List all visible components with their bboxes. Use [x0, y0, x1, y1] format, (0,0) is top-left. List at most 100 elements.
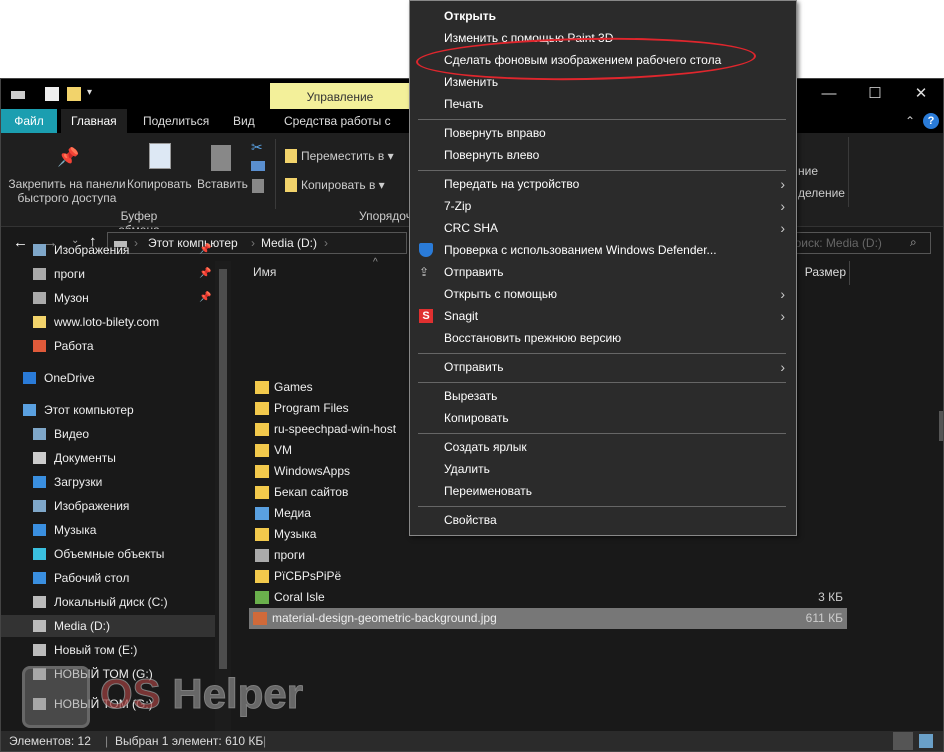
- file-row[interactable]: material-design-geometric-background.jpg…: [249, 608, 847, 629]
- minimize-button[interactable]: —: [809, 83, 849, 105]
- sidebar-item[interactable]: Музон 📌: [1, 287, 215, 309]
- context-menu-item[interactable]: Проверка с использованием Windows Defend…: [411, 239, 795, 261]
- sidebar-item[interactable]: Рабочий стол: [1, 567, 215, 589]
- sidebar-item[interactable]: Изображения 📌: [1, 239, 215, 261]
- cut-icon[interactable]: ✂: [251, 139, 263, 156]
- status-divider: |: [263, 734, 267, 748]
- sidebar-item[interactable]: Объемные объекты: [1, 543, 215, 565]
- context-menu-item[interactable]: Печать: [411, 93, 795, 115]
- sidebar-scrollbar[interactable]: [215, 261, 231, 731]
- search-input[interactable]: Поиск: Media (D:) ⌕: [781, 232, 931, 254]
- menu-item-label: Отправить: [444, 360, 504, 374]
- context-menu-item[interactable]: Копировать: [411, 407, 795, 429]
- column-divider[interactable]: [849, 261, 850, 285]
- tab-file[interactable]: Файл: [1, 109, 57, 133]
- status-bar: Элементов: 12 | Выбран 1 элемент: 610 КБ…: [1, 731, 943, 751]
- sidebar-item[interactable]: Работа: [1, 335, 215, 357]
- navigation-pane: Изображения 📌 проги 📌 Музон 📌 www.loto-bilety.…: [1, 243, 233, 731]
- sidebar-item[interactable]: Видео: [1, 423, 215, 445]
- collapse-ribbon-icon[interactable]: ⌃: [905, 114, 915, 128]
- copy-button[interactable]: Копировать: [127, 177, 192, 191]
- customize-quick-access-icon[interactable]: ▾: [87, 87, 101, 101]
- sidebar-item-label: Загрузки: [54, 475, 103, 489]
- context-menu-item[interactable]: Повернуть влево: [411, 144, 795, 166]
- search-icon[interactable]: ⌕: [910, 235, 917, 250]
- file-icon: [255, 423, 269, 436]
- sidebar-item[interactable]: Новый том (E:): [1, 639, 215, 661]
- pin-icon[interactable]: 📌: [199, 287, 211, 309]
- context-menu-item[interactable]: 7-Zip ›: [411, 195, 795, 217]
- copy-path-icon[interactable]: [251, 161, 265, 171]
- context-menu-item[interactable]: Отправить ⇪: [411, 261, 795, 283]
- paste-button[interactable]: Вставить: [197, 177, 248, 191]
- file-name: проги: [274, 548, 305, 562]
- sidebar-item[interactable]: Загрузки: [1, 471, 215, 493]
- tab-manage[interactable]: Управление: [270, 83, 410, 109]
- sidebar-item[interactable]: www.loto-bilety.com: [1, 311, 215, 333]
- file-scrollbar[interactable]: [939, 411, 943, 441]
- ribbon-right-label-2[interactable]: деление: [798, 186, 845, 200]
- organize-group-label: Упорядочить: [359, 209, 409, 223]
- breadcrumb-media[interactable]: Media (D:): [261, 236, 317, 250]
- copy-to-button[interactable]: Копировать в ▾: [301, 178, 385, 192]
- context-menu-item[interactable]: Snagit › S: [411, 305, 795, 327]
- file-name: Games: [274, 380, 313, 394]
- details-view-button[interactable]: [893, 732, 913, 750]
- context-menu-item[interactable]: Открыть с помощью ›: [411, 283, 795, 305]
- menu-item-label: Snagit: [444, 309, 479, 323]
- large-icons-view-button[interactable]: [919, 734, 933, 748]
- menu-item-label: Передать на устройство: [444, 177, 580, 191]
- sidebar-item[interactable]: Документы: [1, 447, 215, 469]
- pin-quick-access-button[interactable]: Закрепить на панели быстрого доступа: [7, 177, 127, 205]
- new-folder-icon[interactable]: [67, 87, 81, 101]
- tab-picture-tools[interactable]: Средства работы с рисунками: [274, 109, 410, 133]
- sidebar-item[interactable]: OneDrive: [1, 367, 215, 389]
- context-menu-item[interactable]: Открыть: [411, 5, 795, 27]
- tab-view[interactable]: Вид: [223, 109, 265, 133]
- watermark-text: OS Helper: [100, 670, 304, 718]
- help-icon[interactable]: ?: [923, 113, 939, 129]
- context-menu-item[interactable]: CRC SHA ›: [411, 217, 795, 239]
- file-name: Музыка: [274, 527, 317, 541]
- context-menu-item[interactable]: Передать на устройство ›: [411, 173, 795, 195]
- context-menu-item[interactable]: Восстановить прежнюю версию: [411, 327, 795, 349]
- file-row[interactable]: Coral Isle 3 КБ: [251, 587, 847, 608]
- menu-separator: [418, 433, 786, 434]
- scrollbar-thumb[interactable]: [219, 269, 227, 669]
- sidebar-item-icon: [33, 572, 46, 584]
- context-menu-item[interactable]: Свойства: [411, 509, 795, 531]
- sidebar-item-icon: [33, 316, 46, 328]
- tab-home[interactable]: Главная: [61, 109, 127, 133]
- ribbon-right-label-1[interactable]: ние: [798, 164, 818, 178]
- menu-separator: [418, 119, 786, 120]
- properties-icon[interactable]: [45, 87, 59, 101]
- move-to-button[interactable]: Переместить в ▾: [301, 149, 394, 163]
- sidebar-item[interactable]: Media (D:): [1, 615, 215, 637]
- context-menu-item[interactable]: Переименовать: [411, 480, 795, 502]
- sidebar-item[interactable]: Музыка: [1, 519, 215, 541]
- windows-defender-icon: [419, 243, 433, 257]
- sidebar-item[interactable]: Локальный диск (C:): [1, 591, 215, 613]
- sidebar-item[interactable]: Изображения: [1, 495, 215, 517]
- file-row[interactable]: PïCБPsPiPë: [251, 566, 847, 587]
- sort-arrow-icon: ^: [373, 257, 378, 268]
- column-header-name[interactable]: Имя: [253, 265, 276, 279]
- context-menu-item[interactable]: Повернуть вправо: [411, 122, 795, 144]
- context-menu-item[interactable]: Отправить ›: [411, 356, 795, 378]
- file-row[interactable]: проги: [251, 545, 847, 566]
- context-menu-item[interactable]: Удалить: [411, 458, 795, 480]
- sidebar-item[interactable]: проги 📌: [1, 263, 215, 285]
- paste-shortcut-icon[interactable]: [252, 179, 264, 193]
- sidebar-item-icon: [33, 644, 46, 656]
- close-button[interactable]: ✕: [901, 83, 941, 105]
- snagit-icon: S: [419, 309, 433, 323]
- sidebar-item[interactable]: Этот компьютер: [1, 399, 215, 421]
- sidebar-item-icon: [23, 372, 36, 384]
- pin-icon[interactable]: 📌: [199, 239, 211, 261]
- maximize-button[interactable]: ☐: [855, 83, 895, 105]
- pin-icon[interactable]: 📌: [199, 263, 211, 285]
- context-menu-item[interactable]: Создать ярлык: [411, 436, 795, 458]
- sidebar-item-label: проги: [54, 267, 85, 281]
- context-menu-item[interactable]: Вырезать: [411, 385, 795, 407]
- tab-share[interactable]: Поделиться: [133, 109, 219, 133]
